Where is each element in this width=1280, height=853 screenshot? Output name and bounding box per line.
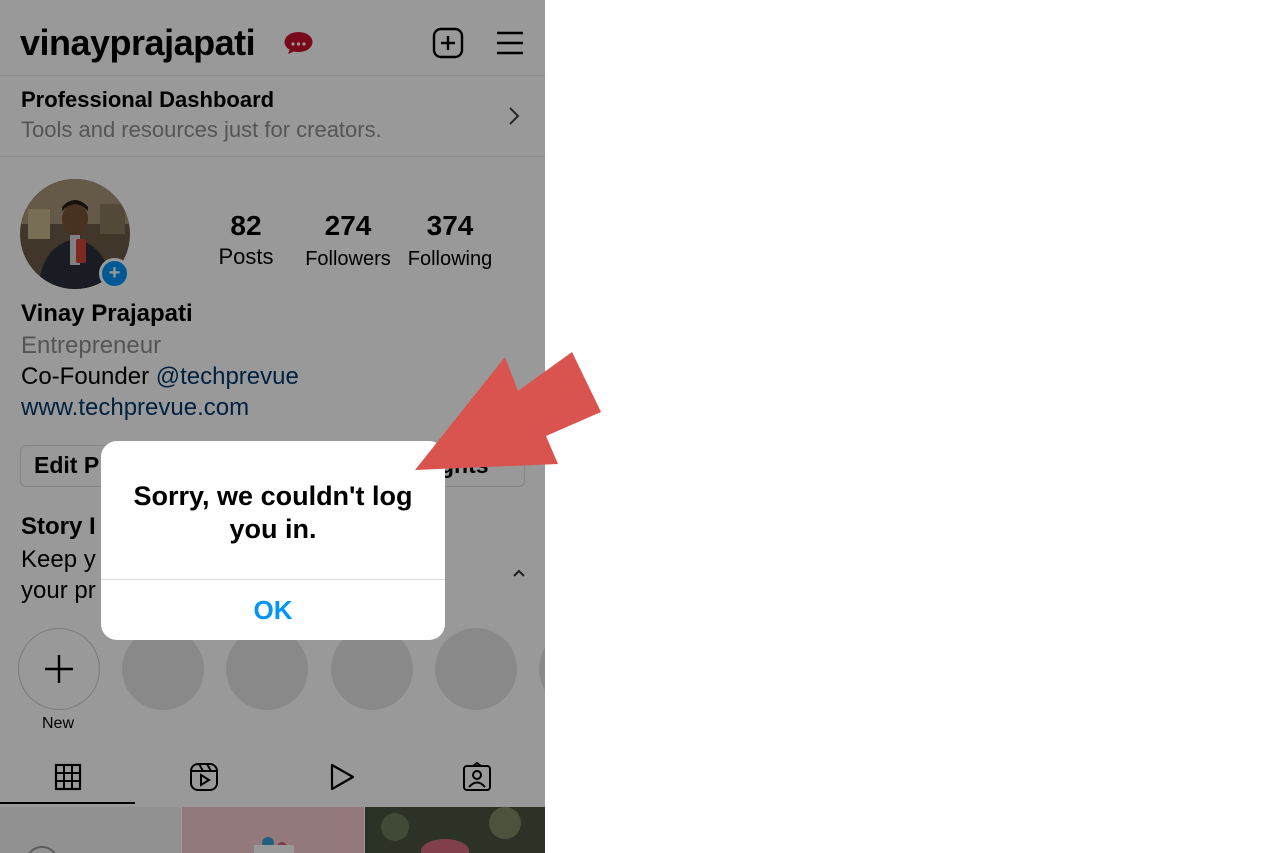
alert-message: Sorry, we couldn't log you in. (133, 481, 413, 544)
error-alert-dialog: Sorry, we couldn't log you in. OK (101, 441, 445, 640)
annotation-arrow-icon (415, 352, 601, 470)
ok-button[interactable]: OK (101, 580, 445, 640)
